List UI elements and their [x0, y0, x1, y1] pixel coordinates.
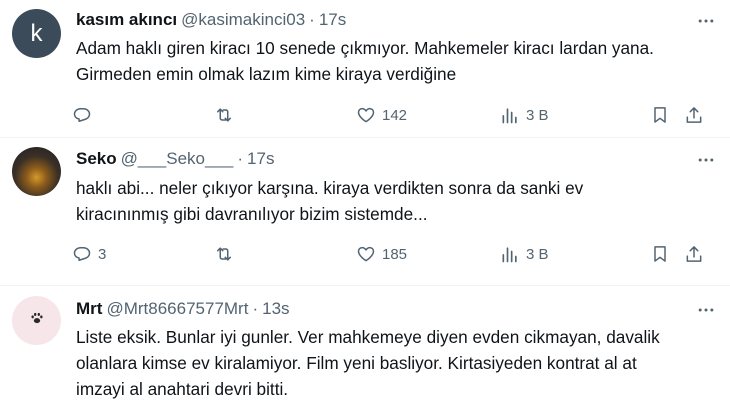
tweet[interactable]: Mrt @Mrt86667577Mrt · 13s Liste eksik. B…	[0, 285, 730, 420]
views-chart-icon	[500, 105, 520, 125]
reply-icon	[72, 244, 92, 264]
share-button[interactable]	[684, 241, 704, 267]
like-count: 142	[382, 106, 408, 124]
tweet[interactable]: k kasım akıncı @kasimakinci03 · 17s Adam…	[0, 0, 730, 137]
reply-button[interactable]	[72, 102, 98, 128]
display-name[interactable]: kasım akıncı	[76, 10, 177, 30]
avatar[interactable]: k	[12, 9, 61, 58]
bookmark-button[interactable]	[650, 241, 670, 267]
tweet-text-line: haklı abi... neler çıkıyor karşına. kira…	[76, 178, 584, 198]
tweet[interactable]: Seko @___Seko___ · 17s haklı abi... nele…	[0, 137, 730, 285]
views-chart-icon	[500, 244, 520, 264]
share-button[interactable]	[684, 102, 704, 128]
share-icon	[684, 244, 704, 264]
timestamp[interactable]: 13s	[262, 299, 289, 319]
retweet-icon	[214, 244, 234, 264]
tweet-text-line: kiracınınmış gibi davranılıyor bizim sis…	[76, 204, 428, 224]
user-handle[interactable]: @Mrt86667577Mrt	[106, 299, 248, 319]
tweet-header: kasım akıncı @kasimakinci03 · 17s	[76, 9, 718, 31]
avatar-letter: k	[30, 19, 43, 47]
separator-dot: ·	[237, 149, 244, 168]
tweet-text: Liste eksik. Bunlar iyi gunler. Ver mahk…	[76, 324, 716, 402]
tweet-actions: 142 3 B	[72, 102, 722, 128]
bookmark-icon	[650, 244, 670, 264]
user-handle[interactable]: @kasimakinci03	[181, 10, 305, 30]
tweet-text-line: olanlara kimse ev kiralamiyor. Film yeni…	[76, 353, 637, 373]
separator-dot: ·	[252, 299, 259, 318]
share-icon	[684, 105, 704, 125]
heart-icon	[356, 105, 376, 125]
user-handle[interactable]: @___Seko___	[121, 149, 234, 169]
timestamp[interactable]: 17s	[247, 149, 274, 169]
like-button[interactable]: 185	[356, 241, 407, 267]
more-options-icon[interactable]	[694, 150, 718, 170]
views-count: 3 B	[526, 106, 549, 124]
tweet-text-line: Adam haklı giren kiracı 10 senede çıkmıy…	[76, 38, 654, 58]
paw-icon	[28, 309, 46, 332]
like-count: 185	[382, 245, 408, 263]
display-name[interactable]: Mrt	[76, 299, 102, 319]
tweet-text: haklı abi... neler çıkıyor karşına. kira…	[76, 175, 716, 227]
avatar[interactable]	[12, 147, 61, 196]
tweet-text-line: imzayi al anahtari devri bitti.	[76, 379, 289, 399]
reply-button[interactable]: 3	[72, 241, 106, 267]
tweet-header: Mrt @Mrt86667577Mrt · 13s	[76, 298, 718, 320]
separator-dot: ·	[309, 10, 315, 29]
tweet-text: Adam haklı giren kiracı 10 senede çıkmıy…	[76, 35, 716, 87]
tweet-text-line: Girmeden emin olmak lazım kime kiraya ve…	[76, 64, 457, 84]
retweet-icon	[214, 105, 234, 125]
views-count: 3 B	[526, 245, 549, 263]
more-options-icon[interactable]	[694, 300, 718, 320]
tweet-header: Seko @___Seko___ · 17s	[76, 148, 718, 170]
like-button[interactable]: 142	[356, 102, 407, 128]
tweet-text-line: Liste eksik. Bunlar iyi gunler. Ver mahk…	[76, 327, 660, 347]
retweet-button[interactable]	[214, 241, 240, 267]
reply-count: 3	[98, 245, 107, 263]
timestamp[interactable]: 17s	[319, 10, 346, 30]
heart-icon	[356, 244, 376, 264]
more-options-icon[interactable]	[694, 11, 718, 31]
views-button[interactable]: 3 B	[500, 241, 549, 267]
views-button[interactable]: 3 B	[500, 102, 549, 128]
reply-icon	[72, 105, 92, 125]
bookmark-button[interactable]	[650, 102, 670, 128]
avatar[interactable]	[12, 296, 61, 345]
display-name[interactable]: Seko	[76, 149, 117, 169]
tweet-actions: 3 185 3 B	[72, 241, 722, 267]
bookmark-icon	[650, 105, 670, 125]
retweet-button[interactable]	[214, 102, 240, 128]
